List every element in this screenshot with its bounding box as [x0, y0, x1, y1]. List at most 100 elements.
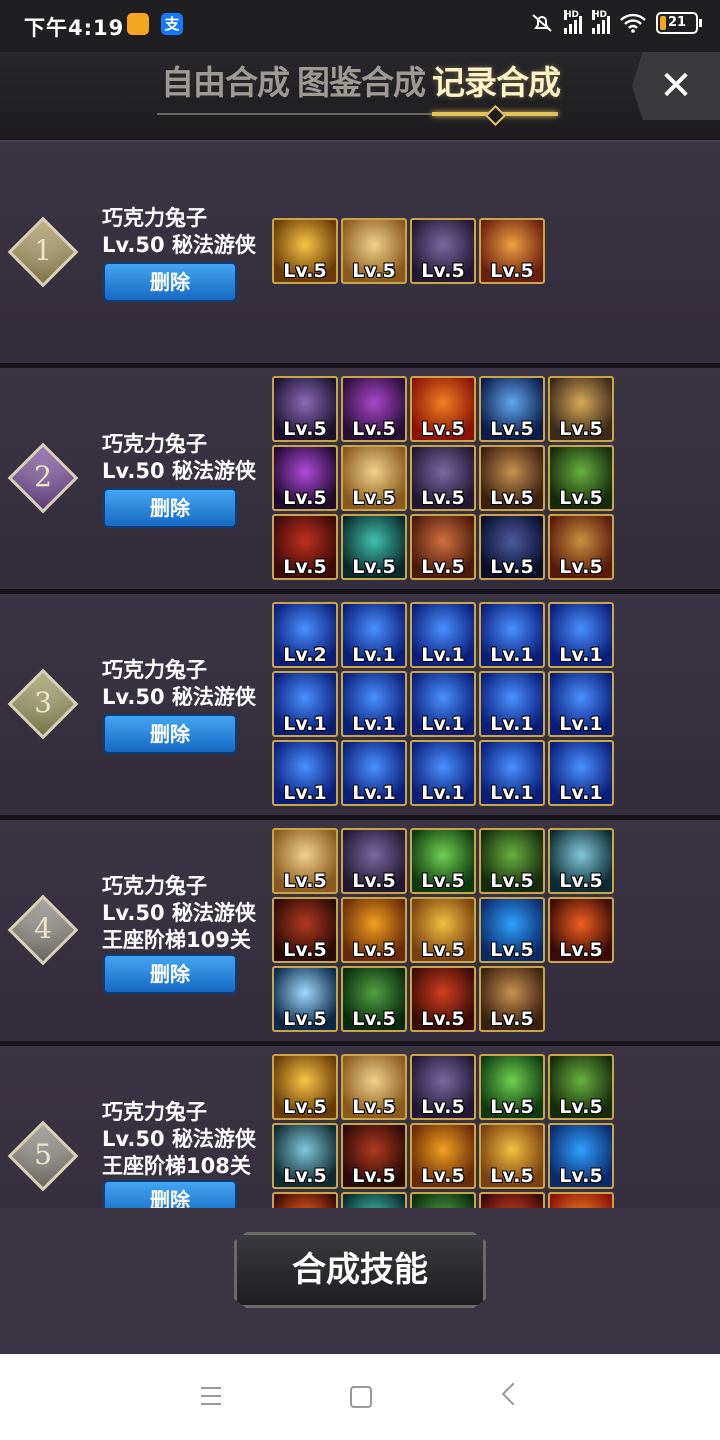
- skill-grid: Lv.5 Lv.5 Lv.5 Lv.5 Lv.5 Lv.5 Lv.5 Lv.5 Lv.5 Lv.5…: [272, 828, 622, 1032]
- nav-back-icon[interactable]: [501, 1382, 525, 1406]
- player-level-class: Lv.50 秘法游侠: [102, 233, 256, 257]
- tab-free-compose[interactable]: 自由合成: [161, 56, 290, 104]
- skill-level: Lv.5: [352, 1096, 396, 1118]
- blue-flame-icon[interactable]: Lv.1: [272, 671, 338, 737]
- delete-button[interactable]: 删除: [103, 488, 237, 528]
- blue-flame-icon[interactable]: Lv.1: [410, 671, 476, 737]
- dagger-icon[interactable]: Lv.5: [548, 376, 614, 442]
- blue-flame-icon[interactable]: Lv.1: [341, 671, 407, 737]
- active-tab-diamond-icon: [484, 104, 507, 127]
- record-list[interactable]: 1 巧克力兔子 Lv.50 秘法游侠 删除 Lv.5 Lv.5 Lv.5 Lv.5 2 巧克力兔子…: [0, 142, 720, 1208]
- blue-flame-icon[interactable]: Lv.2: [272, 602, 338, 668]
- vine-icon[interactable]: Lv.5: [479, 828, 545, 894]
- golden-wings-icon[interactable]: Lv.5: [479, 1123, 545, 1189]
- water-orb-icon[interactable]: Lv.5: [479, 897, 545, 963]
- shadow-claw-icon[interactable]: Lv.5: [341, 376, 407, 442]
- water-orb-icon[interactable]: Lv.5: [548, 1123, 614, 1189]
- web-icon[interactable]: Lv.5: [272, 376, 338, 442]
- compose-skill-button[interactable]: 合成技能: [234, 1232, 486, 1308]
- golden-burst-icon[interactable]: Lv.5: [272, 1054, 338, 1120]
- tab-codex-compose[interactable]: 图鉴合成: [297, 56, 426, 104]
- meteor-icon[interactable]: Lv.5: [548, 897, 614, 963]
- arcane-slash-icon[interactable]: Lv.5: [272, 445, 338, 511]
- holy-halo-icon[interactable]: Lv.5: [479, 218, 545, 284]
- spirit-icon[interactable]: Lv.5: [341, 514, 407, 580]
- skill-level: Lv.5: [490, 870, 534, 892]
- battery-level: 21: [667, 15, 687, 30]
- close-button[interactable]: ✕: [632, 52, 720, 120]
- green-blade-icon[interactable]: Lv.5: [410, 1192, 476, 1208]
- skill-level: Lv.5: [559, 1165, 603, 1187]
- skill-level: Lv.5: [490, 1008, 534, 1030]
- green-blade-icon[interactable]: Lv.5: [341, 966, 407, 1032]
- skill-level: Lv.5: [421, 1165, 465, 1187]
- fist-icon[interactable]: Lv.5: [341, 897, 407, 963]
- fist-icon[interactable]: Lv.5: [410, 1123, 476, 1189]
- blood-blade-icon[interactable]: Lv.5: [479, 1192, 545, 1208]
- skill-level: Lv.5: [283, 1008, 327, 1030]
- rank-number: 5: [34, 1138, 52, 1171]
- android-nav-bar: [0, 1354, 720, 1440]
- blue-flame-icon[interactable]: Lv.1: [341, 602, 407, 668]
- blue-flame-icon[interactable]: Lv.1: [272, 740, 338, 806]
- skill-level: Lv.5: [283, 1165, 327, 1187]
- star-flash-icon[interactable]: Lv.5: [479, 966, 545, 1032]
- beast-icon[interactable]: Lv.5: [341, 1123, 407, 1189]
- star-flash-icon[interactable]: Lv.5: [479, 445, 545, 511]
- light-rays-icon[interactable]: Lv.5: [341, 1054, 407, 1120]
- void-eye-icon[interactable]: Lv.5: [410, 1054, 476, 1120]
- void-eye-icon[interactable]: Lv.5: [341, 828, 407, 894]
- blue-flame-icon[interactable]: Lv.1: [548, 671, 614, 737]
- nav-menu-icon[interactable]: [201, 1387, 221, 1405]
- spirit-icon[interactable]: Lv.5: [341, 1192, 407, 1208]
- tab-record-compose[interactable]: 记录合成: [432, 56, 561, 104]
- demon-face-icon[interactable]: Lv.5: [410, 514, 476, 580]
- blood-blade-icon[interactable]: Lv.5: [410, 966, 476, 1032]
- golden-burst-icon[interactable]: Lv.5: [272, 218, 338, 284]
- chain-icon[interactable]: Lv.5: [272, 514, 338, 580]
- rank-number: 3: [34, 686, 52, 719]
- skill-grid: Lv.2 Lv.1 Lv.1 Lv.1 Lv.1 Lv.1 Lv.1 Lv.1 Lv.1 Lv.1…: [272, 602, 622, 806]
- skill-level: Lv.5: [490, 1165, 534, 1187]
- blue-flame-icon[interactable]: Lv.1: [479, 671, 545, 737]
- vine-icon[interactable]: Lv.5: [548, 1054, 614, 1120]
- skill-level: Lv.1: [490, 782, 534, 804]
- nav-home-icon[interactable]: [350, 1386, 372, 1408]
- delete-button[interactable]: 删除: [103, 954, 237, 994]
- ice-slash-icon[interactable]: Lv.5: [479, 376, 545, 442]
- nature-orb-icon[interactable]: Lv.5: [410, 828, 476, 894]
- blue-flame-icon[interactable]: Lv.1: [410, 740, 476, 806]
- fire-swirl-icon[interactable]: Lv.5: [548, 1192, 614, 1208]
- skill-level: Lv.5: [559, 1096, 603, 1118]
- void-eye-icon[interactable]: Lv.5: [410, 445, 476, 511]
- golden-wings-icon[interactable]: Lv.5: [410, 897, 476, 963]
- light-rays-icon[interactable]: Lv.5: [272, 828, 338, 894]
- lightning-orb-icon[interactable]: Lv.5: [272, 966, 338, 1032]
- fire-swirl-icon[interactable]: Lv.5: [410, 376, 476, 442]
- skill-level: Lv.5: [421, 870, 465, 892]
- skill-level: Lv.5: [421, 556, 465, 578]
- dark-spikes-icon[interactable]: Lv.5: [479, 514, 545, 580]
- blue-flame-icon[interactable]: Lv.1: [479, 602, 545, 668]
- nature-orb-icon[interactable]: Lv.5: [479, 1054, 545, 1120]
- blue-flame-icon[interactable]: Lv.1: [548, 740, 614, 806]
- blue-flame-icon[interactable]: Lv.1: [479, 740, 545, 806]
- beast-icon[interactable]: Lv.5: [272, 897, 338, 963]
- cyclone-icon[interactable]: Lv.5: [548, 828, 614, 894]
- void-eye-icon[interactable]: Lv.5: [410, 218, 476, 284]
- delete-button[interactable]: 删除: [103, 714, 237, 754]
- skill-level: Lv.1: [490, 644, 534, 666]
- delete-button[interactable]: 删除: [103, 1180, 237, 1208]
- vine-icon[interactable]: Lv.5: [548, 445, 614, 511]
- light-rays-icon[interactable]: Lv.5: [341, 218, 407, 284]
- delete-button[interactable]: 删除: [103, 262, 237, 302]
- cyclone-icon[interactable]: Lv.5: [272, 1123, 338, 1189]
- blue-flame-icon[interactable]: Lv.1: [341, 740, 407, 806]
- blue-flame-icon[interactable]: Lv.1: [410, 602, 476, 668]
- skill-level: Lv.5: [283, 870, 327, 892]
- blue-flame-icon[interactable]: Lv.1: [548, 602, 614, 668]
- skill-level: Lv.5: [283, 939, 327, 961]
- shield-icon[interactable]: Lv.5: [548, 514, 614, 580]
- meteor-icon[interactable]: Lv.5: [272, 1192, 338, 1208]
- light-rays-icon[interactable]: Lv.5: [341, 445, 407, 511]
